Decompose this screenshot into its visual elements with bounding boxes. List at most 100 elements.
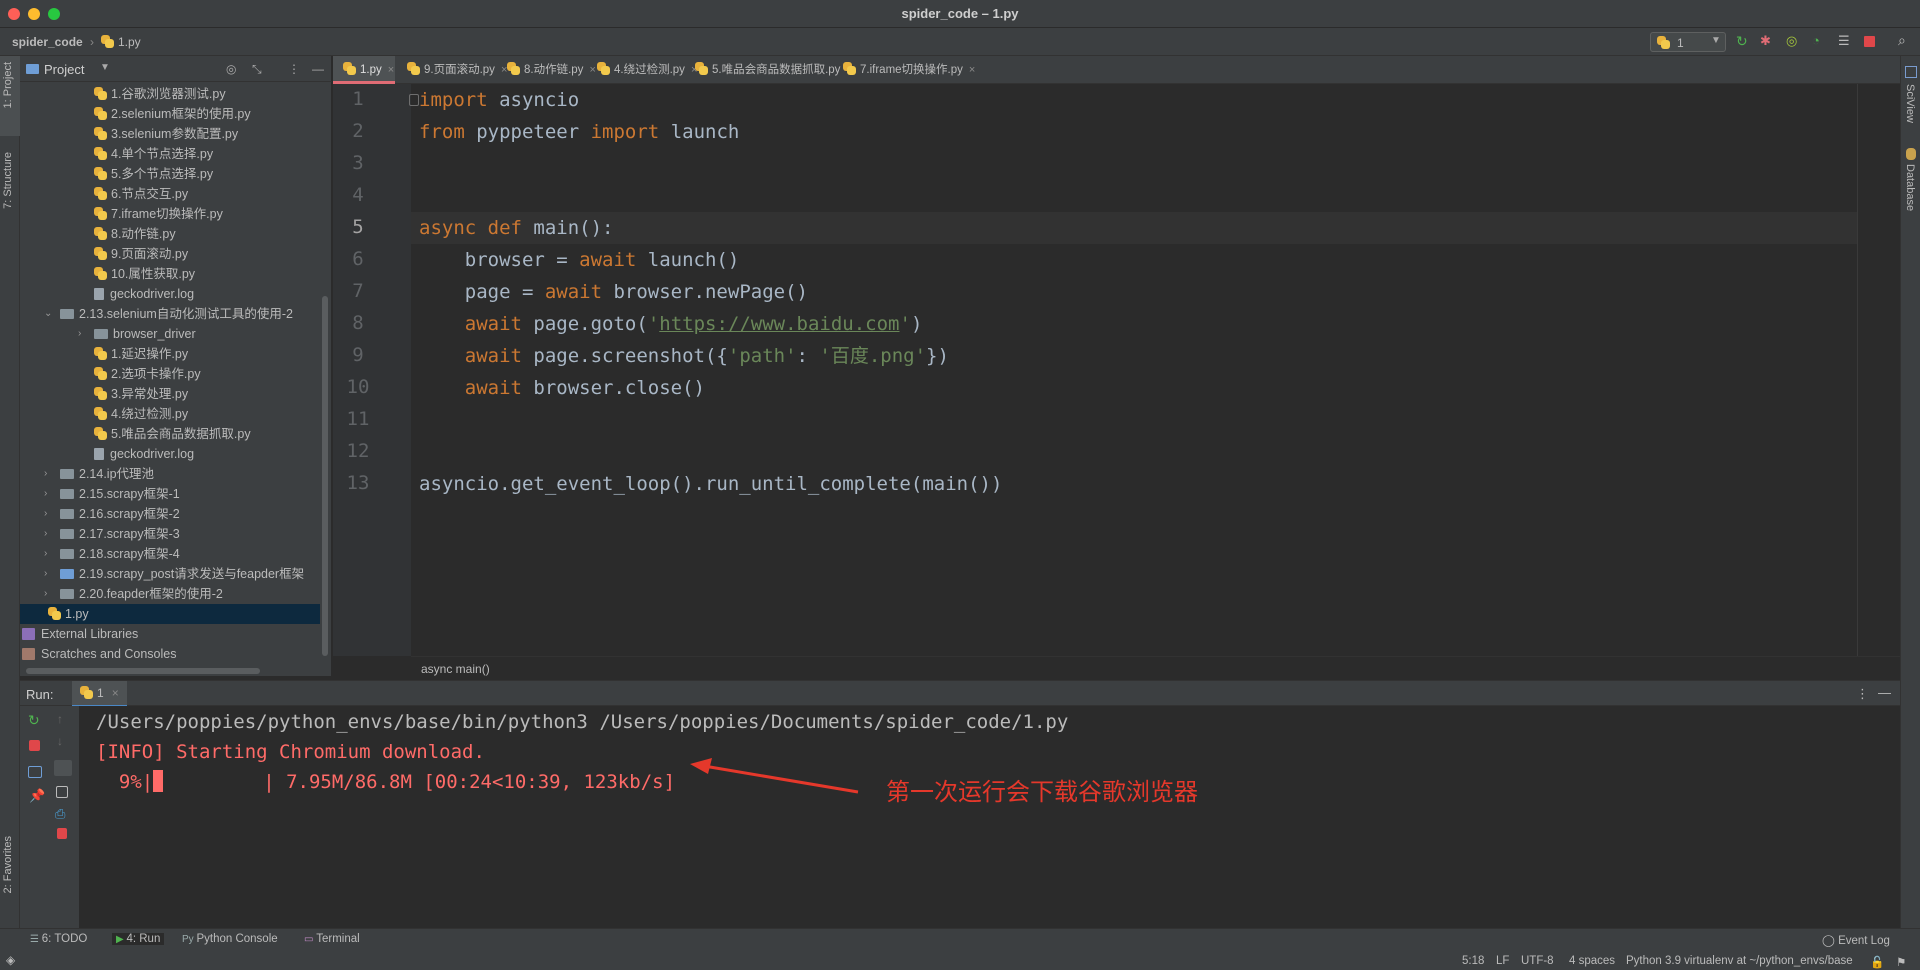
lock-icon[interactable]: 🔓 <box>1870 955 1884 969</box>
hide-panel-icon[interactable]: — <box>312 62 324 76</box>
chevron-right-icon[interactable]: › <box>44 564 47 584</box>
editor-tab[interactable]: 5.唯品会商品数据抓取.py × <box>685 56 853 84</box>
tree-item[interactable]: 1.延迟操作.py <box>20 344 320 364</box>
run-list-icon[interactable]: ☰ <box>1838 33 1850 49</box>
chevron-right-icon[interactable]: › <box>44 584 47 604</box>
tree-item[interactable]: 2.selenium框架的使用.py <box>20 104 320 124</box>
status-encoding[interactable]: UTF-8 <box>1521 955 1554 967</box>
tree-item[interactable]: 5.多个节点选择.py <box>20 164 320 184</box>
tree-item[interactable]: geckodriver.log <box>20 284 320 304</box>
search-icon[interactable]: ⌕ <box>1898 32 1906 49</box>
hide-panel-icon[interactable]: — <box>1878 685 1891 700</box>
locate-icon[interactable]: ◎ <box>226 62 236 76</box>
close-icon[interactable]: × <box>112 686 119 700</box>
tree-item[interactable]: › 2.20.feapder框架的使用-2 <box>20 584 320 604</box>
bottom-tab[interactable]: ▭ Terminal <box>304 933 360 945</box>
tool-tab-sciview[interactable]: SciView <box>1904 84 1916 123</box>
chevron-right-icon[interactable]: › <box>78 324 81 344</box>
tree-item[interactable]: 3.异常处理.py <box>20 384 320 404</box>
bottom-tab[interactable]: ☰ 6: TODO <box>30 933 87 945</box>
editor-tab[interactable]: 8.动作链.py × <box>497 56 596 84</box>
event-log[interactable]: ◯ Event Log <box>1822 933 1890 947</box>
horizontal-scrollbar[interactable] <box>26 668 260 674</box>
notifications-icon[interactable]: ⚑ <box>1896 955 1906 969</box>
tree-item[interactable]: › browser_driver <box>20 324 320 344</box>
chevron-right-icon[interactable]: › <box>44 484 47 504</box>
print-icon[interactable]: ⎙ <box>55 806 65 822</box>
tree-item[interactable]: geckodriver.log <box>20 444 320 464</box>
arrow-down-icon[interactable]: ↓ <box>57 734 63 748</box>
restore-layout-icon[interactable] <box>28 766 42 778</box>
chevron-right-icon[interactable]: › <box>44 504 47 524</box>
tree-item[interactable]: 1.谷歌浏览器测试.py <box>20 84 320 104</box>
tool-tab-favorites[interactable]: 2: Favorites <box>2 836 14 893</box>
run-console[interactable]: /Users/poppies/python_envs/base/bin/pyth… <box>80 706 1900 928</box>
tree-item[interactable]: 2.选项卡操作.py <box>20 364 320 384</box>
breadcrumb-file[interactable]: 1.py <box>101 35 141 49</box>
editor-tab[interactable]: 1.py × <box>333 56 395 84</box>
tree-item[interactable]: › 2.19.scrapy_post请求发送与feapder框架 <box>20 564 320 584</box>
status-line-separator[interactable]: LF <box>1496 955 1509 967</box>
tree-item[interactable]: 7.iframe切换操作.py <box>20 204 320 224</box>
editor-breadcrumb[interactable]: async main() <box>421 662 490 676</box>
tree-item[interactable]: ⌄ 2.13.selenium自动化测试工具的使用-2 <box>20 304 320 324</box>
tree-item[interactable]: › 2.14.ip代理池 <box>20 464 320 484</box>
tree-item[interactable]: › 2.17.scrapy框架-3 <box>20 524 320 544</box>
editor-tab[interactable]: 9.页面滚动.py × <box>397 56 507 84</box>
tree-item[interactable]: 9.页面滚动.py <box>20 244 320 264</box>
tree-item[interactable]: 4.绕过检测.py <box>20 404 320 424</box>
editor-tab[interactable]: 4.绕过检测.py × <box>587 56 697 84</box>
tree-item[interactable]: 10.属性获取.py <box>20 264 320 284</box>
run-config-select[interactable]: 1 ▼ <box>1650 32 1726 52</box>
tool-tab-structure[interactable]: 7: Structure <box>2 152 14 209</box>
tool-tab-project[interactable]: 1: Project <box>2 62 14 108</box>
trash-icon[interactable] <box>57 828 67 839</box>
close-icon[interactable]: × <box>388 64 394 76</box>
chevron-down-icon[interactable]: ▼ <box>100 62 110 73</box>
chevron-right-icon[interactable]: › <box>44 544 47 564</box>
tool-tab-database[interactable]: Database <box>1904 164 1916 211</box>
tree-item[interactable]: ›Scratches and Consoles <box>20 644 320 664</box>
tree-item[interactable]: 4.单个节点选择.py <box>20 144 320 164</box>
bottom-tab[interactable]: ▶ 4: Run <box>112 933 165 945</box>
arrow-up-icon[interactable]: ↑ <box>57 712 63 726</box>
breadcrumb-project[interactable]: spider_code <box>12 35 83 49</box>
tree-item[interactable]: 6.节点交互.py <box>20 184 320 204</box>
pin-icon[interactable]: 📌 <box>29 788 45 804</box>
chevron-right-icon[interactable]: › <box>44 464 47 484</box>
editor-scrollbar[interactable] <box>1857 84 1867 656</box>
chevron-down-icon[interactable]: ⌄ <box>44 304 52 324</box>
debug-icon[interactable]: ✱ <box>1760 33 1771 49</box>
vertical-scrollbar[interactable] <box>322 296 328 656</box>
tree-item[interactable]: › 2.15.scrapy框架-1 <box>20 484 320 504</box>
status-interpreter[interactable]: Python 3.9 virtualenv at ~/python_envs/b… <box>1626 955 1853 967</box>
collapse-all-icon[interactable]: ⤡ <box>252 62 262 77</box>
status-position[interactable]: 5:18 <box>1462 955 1484 967</box>
stop-icon[interactable] <box>29 740 40 751</box>
run-tab[interactable]: 1 × <box>72 681 127 707</box>
tree-item[interactable]: 5.唯品会商品数据抓取.py <box>20 424 320 444</box>
scroll-to-end-icon[interactable] <box>56 786 68 798</box>
editor-tab[interactable]: 7.iframe切换操作.py × <box>833 56 975 84</box>
tree-item[interactable]: › 2.18.scrapy框架-4 <box>20 544 320 564</box>
tree-item[interactable]: ›External Libraries <box>20 624 320 644</box>
soft-wrap-icon[interactable] <box>54 760 72 776</box>
tree-item[interactable]: 3.selenium参数配置.py <box>20 124 320 144</box>
chevron-right-icon[interactable]: › <box>44 524 47 544</box>
tree-item[interactable]: 1.py <box>20 604 320 624</box>
tree-item[interactable]: › 2.16.scrapy框架-2 <box>20 504 320 524</box>
code-editor[interactable]: import asyncio from pyppeteer import lau… <box>409 84 1900 656</box>
more-options-icon[interactable]: ⋮ <box>288 62 300 76</box>
stop-icon[interactable] <box>1864 36 1875 47</box>
bottom-tab[interactable]: Py Python Console <box>182 933 278 945</box>
rerun-icon[interactable]: ↻ <box>28 712 40 729</box>
coverage-icon[interactable]: ◎ <box>1786 33 1797 49</box>
project-panel-title[interactable]: Project <box>44 62 84 77</box>
layers-icon[interactable]: ◈ <box>6 953 15 967</box>
rerun-icon[interactable]: ↻ <box>1736 33 1748 50</box>
profile-icon[interactable]: ◔ <box>1812 33 1820 48</box>
status-indent[interactable]: 4 spaces <box>1569 955 1615 967</box>
close-icon[interactable]: × <box>969 64 975 76</box>
more-options-icon[interactable]: ⋮ <box>1856 686 1869 702</box>
tree-item[interactable]: 8.动作链.py <box>20 224 320 244</box>
